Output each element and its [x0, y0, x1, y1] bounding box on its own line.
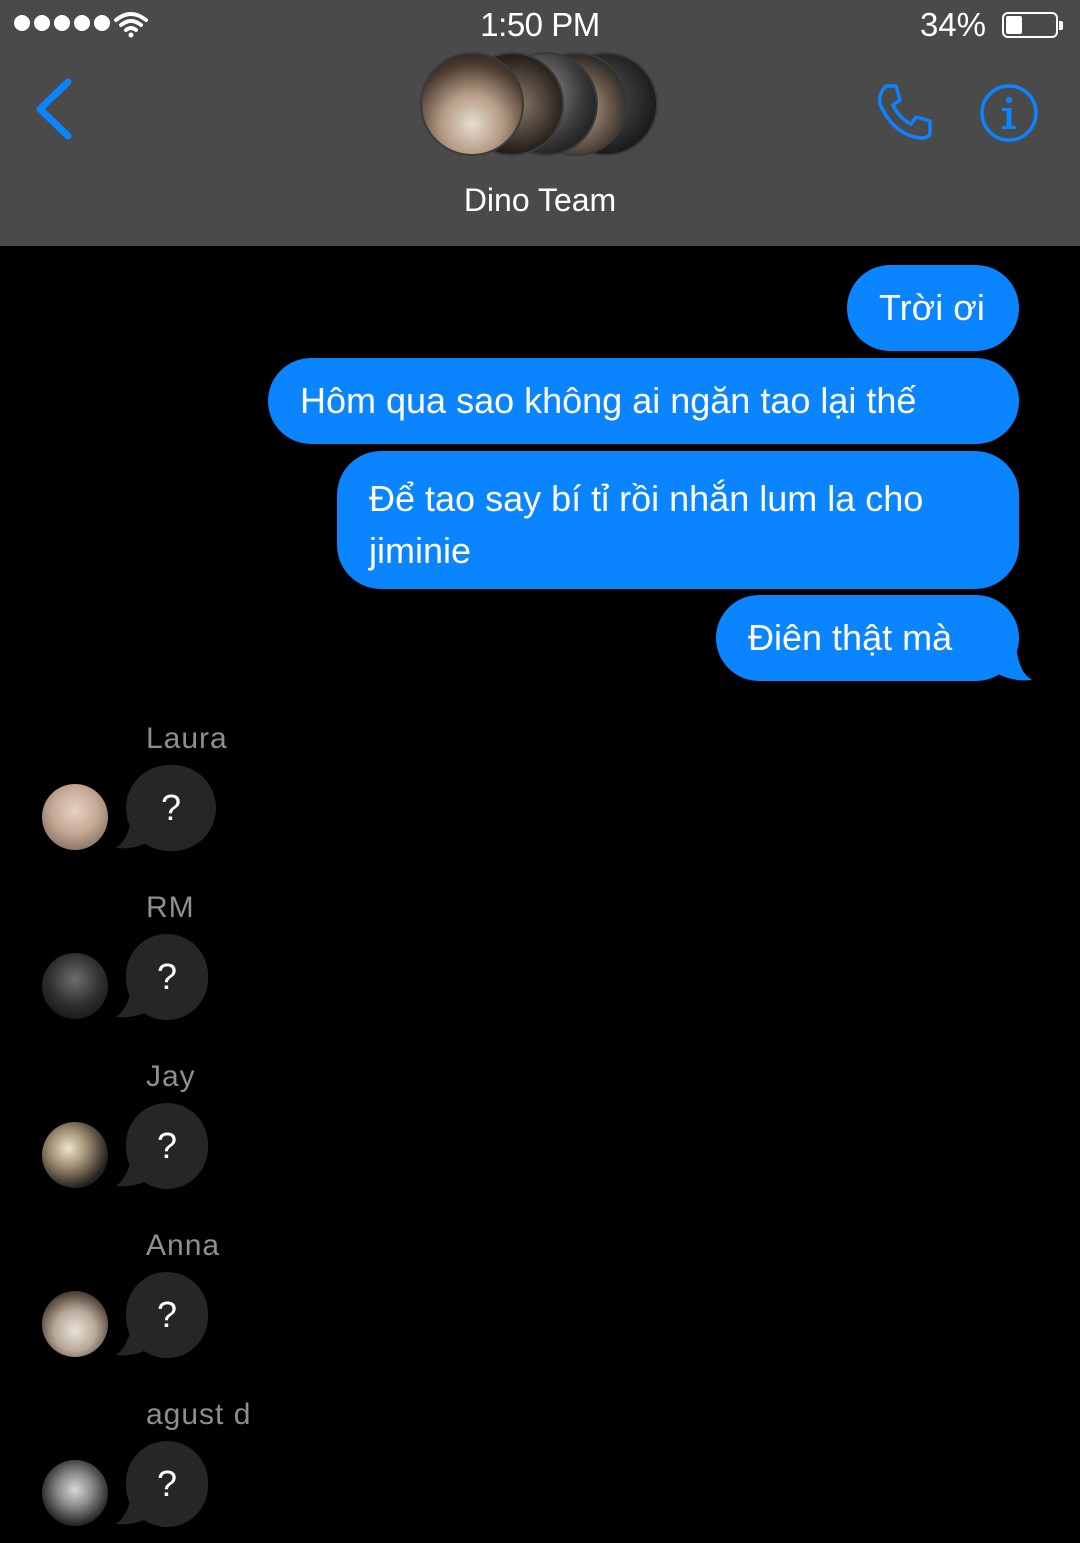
bubble-tail: [996, 644, 1032, 681]
incoming-message-bubble[interactable]: ?: [126, 1441, 208, 1527]
incoming-message-bubble[interactable]: ?: [126, 765, 216, 851]
info-icon[interactable]: [978, 82, 1040, 144]
avatar[interactable]: [42, 1122, 108, 1188]
status-bar: 1:50 PM 34%: [0, 0, 1080, 50]
outgoing-message-bubble[interactable]: Hôm qua sao không ai ngăn tao lại thế: [268, 358, 1019, 444]
message-text: ?: [156, 1294, 178, 1335]
message-text: ?: [156, 1463, 178, 1504]
outgoing-message-bubble[interactable]: Trời ơi: [847, 265, 1019, 351]
outgoing-message-bubble[interactable]: Để tao say bí tỉ rồi nhắn lum la cho jim…: [337, 451, 1019, 589]
message-text: Điên thật mà: [748, 617, 953, 658]
avatar[interactable]: [42, 1460, 108, 1526]
sender-name: RM: [146, 891, 195, 924]
message-text: ?: [156, 956, 178, 997]
phone-icon[interactable]: [872, 80, 936, 144]
member-avatar: [420, 52, 524, 156]
sender-name: Jay: [146, 1060, 196, 1093]
incoming-message-bubble[interactable]: ?: [126, 1272, 208, 1358]
incoming-message-bubble[interactable]: ?: [126, 1103, 208, 1189]
sender-name: agust d: [146, 1398, 252, 1431]
conversation-header: 1:50 PM 34% Dino Team: [0, 0, 1080, 246]
message-text: Trời ơi: [879, 287, 985, 328]
sender-name: Laura: [146, 722, 228, 755]
message-text: ?: [156, 1125, 178, 1166]
message-text: Hôm qua sao không ai ngăn tao lại thế: [300, 380, 917, 421]
conversation-title: Dino Team: [463, 182, 617, 218]
group-avatar-stack[interactable]: [420, 52, 660, 158]
avatar[interactable]: [42, 1291, 108, 1357]
outgoing-message-bubble[interactable]: Điên thật mà: [716, 595, 1019, 681]
chevron-left-icon[interactable]: [30, 78, 76, 140]
battery-icon: [1002, 12, 1063, 38]
sender-name: Anna: [146, 1229, 221, 1262]
avatar[interactable]: [42, 784, 108, 850]
battery-percent: 34%: [919, 6, 986, 43]
avatar[interactable]: [42, 953, 108, 1019]
message-text: Để tao say bí tỉ rồi nhắn lum la cho jim…: [369, 478, 924, 571]
message-text: ?: [160, 787, 182, 828]
status-time: 1:50 PM: [480, 6, 600, 43]
incoming-message-bubble[interactable]: ?: [126, 934, 208, 1020]
